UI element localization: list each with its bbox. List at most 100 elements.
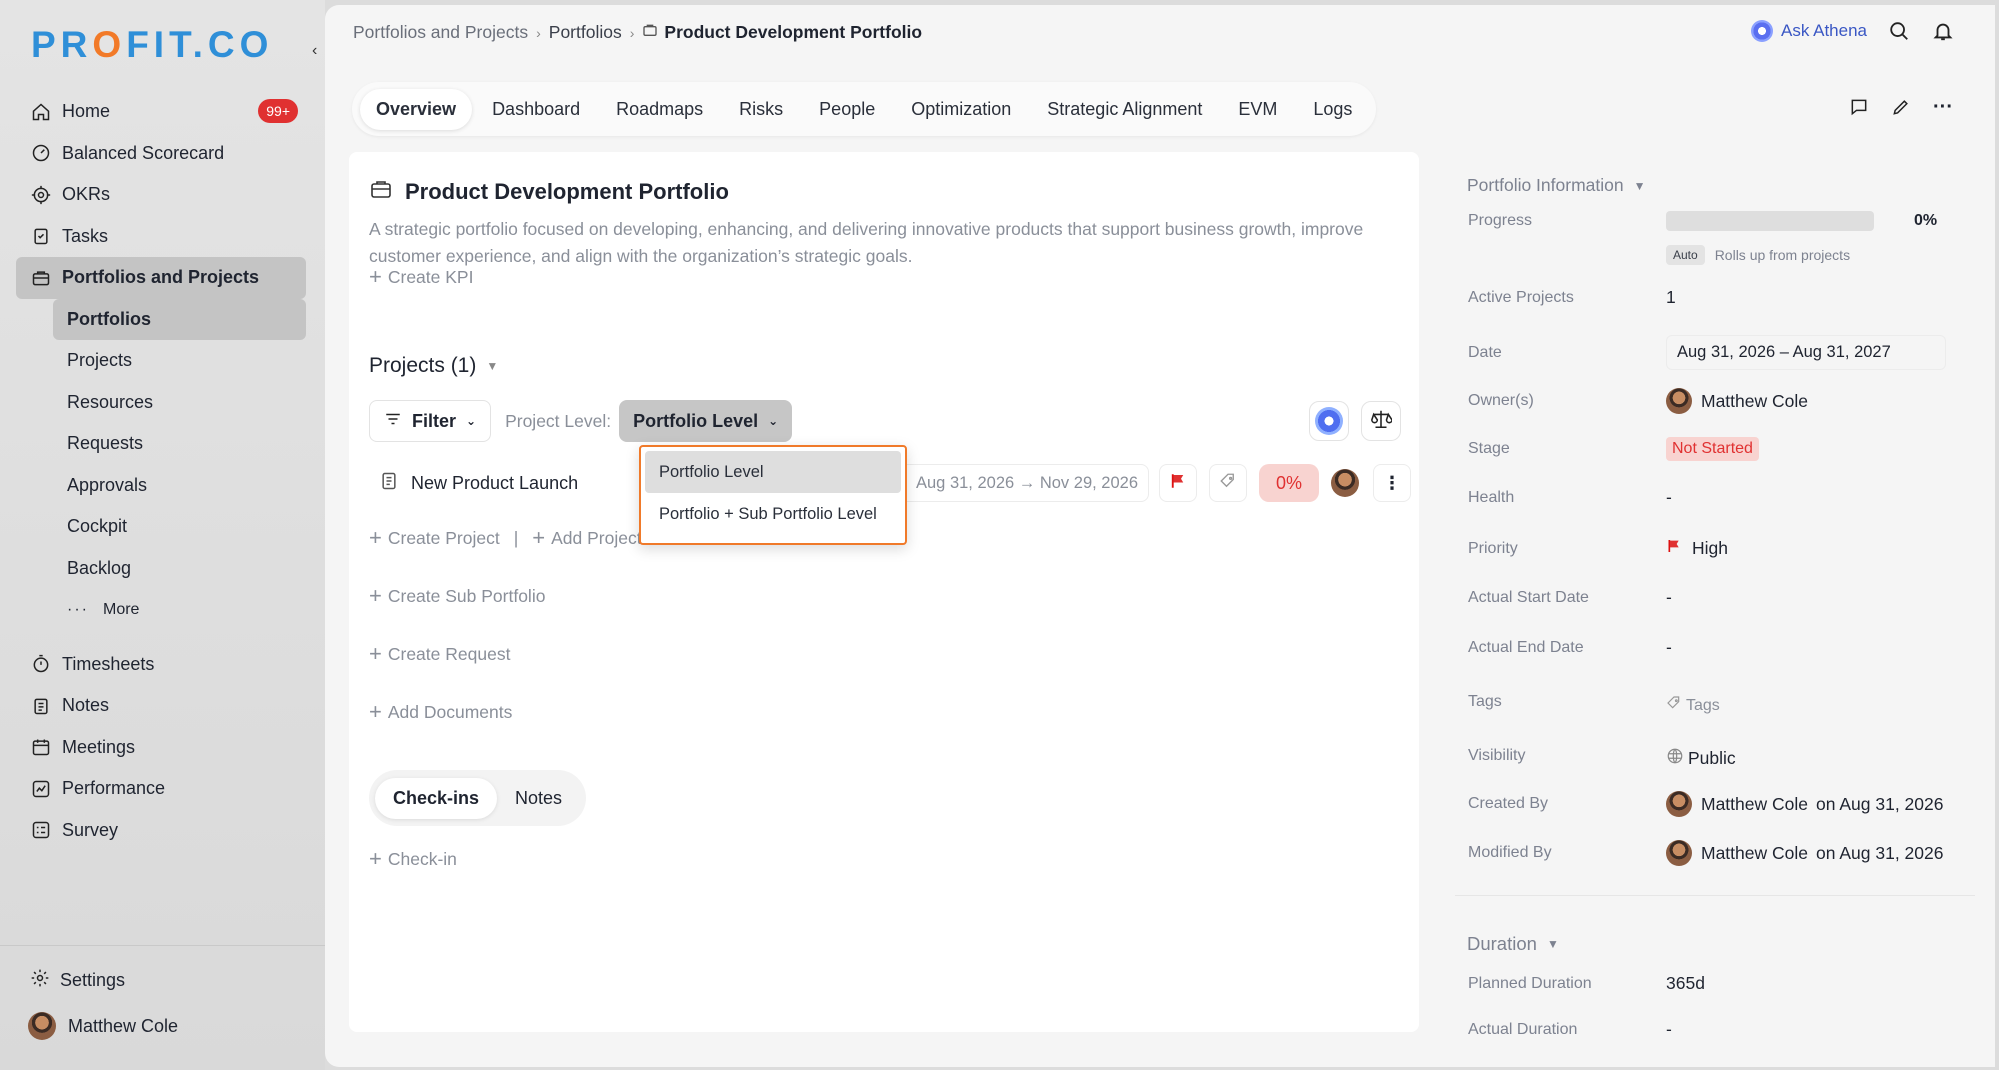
tab-roadmaps[interactable]: Roadmaps xyxy=(600,89,719,130)
date-range-field[interactable]: Aug 31, 2026 – Aug 31, 2027 xyxy=(1666,335,1946,370)
user-name: Matthew Cole xyxy=(68,1015,179,1036)
sidebar-subitem-more[interactable]: ··· More xyxy=(53,589,306,631)
more-vertical-icon[interactable]: ⋮ xyxy=(1373,464,1411,502)
tags-button[interactable] xyxy=(1209,464,1247,502)
pencil-icon[interactable] xyxy=(1889,95,1913,119)
create-sub-portfolio-button[interactable]: + Create Sub Portfolio xyxy=(369,585,545,607)
dropdown-option-portfolio-level[interactable]: Portfolio Level xyxy=(645,451,901,493)
project-dates: Aug 31, 2026 → Nov 29, 2026 xyxy=(916,473,1138,492)
info-visibility: Visibility Public xyxy=(1468,741,1968,770)
plus-icon: + xyxy=(369,525,382,550)
sidebar-item-home[interactable]: Home 99+ xyxy=(16,91,306,133)
tags-field[interactable]: Tags xyxy=(1666,695,1720,716)
tab-people[interactable]: People xyxy=(803,89,891,130)
sidebar-subitem-resources[interactable]: Resources xyxy=(53,382,306,424)
projects-heading[interactable]: Projects (1) ▼ xyxy=(369,354,498,378)
breadcrumb-root[interactable]: Portfolios and Projects xyxy=(353,22,528,43)
chevron-down-icon: ⌄ xyxy=(466,414,477,428)
portfolio-info-heading[interactable]: Portfolio Information ▼ xyxy=(1467,175,1646,196)
sidebar-subitem-portfolios[interactable]: Portfolios xyxy=(53,298,306,340)
balance-scale-button[interactable] xyxy=(1361,401,1401,441)
info-value[interactable]: - xyxy=(1666,587,1672,608)
created-by-name[interactable]: Matthew Cole xyxy=(1701,794,1808,815)
create-request-button[interactable]: + Create Request xyxy=(369,643,510,665)
more-horizontal-icon[interactable]: ··· xyxy=(1931,95,1955,119)
create-project-button[interactable]: Create Project xyxy=(388,528,500,549)
info-value[interactable]: - xyxy=(1666,487,1672,508)
priority-value[interactable]: High xyxy=(1666,537,1728,560)
sidebar-subitem-backlog[interactable]: Backlog xyxy=(53,548,306,590)
info-value[interactable]: - xyxy=(1666,637,1672,658)
modified-by-name[interactable]: Matthew Cole xyxy=(1701,843,1808,864)
sidebar-item-balanced-scorecard[interactable]: Balanced Scorecard xyxy=(16,133,306,175)
info-value: - xyxy=(1666,1019,1672,1039)
tab-overview[interactable]: Overview xyxy=(360,88,473,130)
sidebar-item-survey[interactable]: Survey xyxy=(16,810,306,852)
sidebar-item-portfolios-and-projects[interactable]: Portfolios and Projects xyxy=(16,257,306,299)
bell-icon[interactable] xyxy=(1931,19,1955,43)
progress-value: 0% xyxy=(1914,212,1938,229)
page-actions: ··· xyxy=(1847,95,1955,119)
tab-dashboard[interactable]: Dashboard xyxy=(476,89,596,130)
priority-flag-button[interactable] xyxy=(1159,464,1197,502)
sidebar-subitem-label: Requests xyxy=(67,433,144,454)
gear-icon xyxy=(30,968,50,993)
visibility-value[interactable]: Public xyxy=(1666,747,1736,770)
breadcrumb-portfolios[interactable]: Portfolios xyxy=(549,22,622,43)
sidebar-subitem-label: More xyxy=(102,600,140,618)
avatar[interactable] xyxy=(1331,469,1359,497)
check-in-label: Check-in xyxy=(387,848,457,869)
create-request-label: Create Request xyxy=(387,643,511,664)
document-icon xyxy=(379,471,399,496)
tab-check-ins[interactable]: Check-ins xyxy=(375,777,498,819)
sidebar-item-notes[interactable]: Notes xyxy=(16,685,306,727)
caret-down-icon: ▼ xyxy=(486,359,499,373)
tab-notes[interactable]: Notes xyxy=(497,778,580,819)
sidebar-item-tasks[interactable]: Tasks xyxy=(16,216,306,258)
info-label: Actual End Date xyxy=(1468,638,1584,656)
check-in-button[interactable]: + Check-in xyxy=(369,848,457,870)
status-badge[interactable]: Not Started xyxy=(1666,437,1759,461)
filter-row: Filter ⌄ Project Level: Portfolio Level … xyxy=(369,399,1401,443)
sidebar-item-okrs[interactable]: OKRs xyxy=(16,174,306,216)
tab-logs[interactable]: Logs xyxy=(1297,89,1368,130)
collapse-sidebar-icon[interactable]: ‹ xyxy=(312,42,317,60)
athena-ai-button[interactable] xyxy=(1309,401,1349,441)
sidebar-item-label: Performance xyxy=(62,778,166,799)
tab-risks[interactable]: Risks xyxy=(723,89,799,130)
project-level-select[interactable]: Portfolio Level ⌄ xyxy=(619,400,793,442)
info-label: Planned Duration xyxy=(1468,974,1592,992)
duration-heading[interactable]: Duration ▼ xyxy=(1467,933,1559,955)
add-projects-button[interactable]: Add Projects xyxy=(551,528,650,549)
auto-chip[interactable]: Auto xyxy=(1666,245,1705,265)
comment-icon[interactable] xyxy=(1847,95,1871,119)
sidebar-subitem-cockpit[interactable]: Cockpit xyxy=(53,506,306,548)
info-created-by: Created By Matthew Cole on Aug 31, 2026 xyxy=(1468,791,1968,817)
tab-strategic-alignment[interactable]: Strategic Alignment xyxy=(1031,89,1218,130)
project-date-range[interactable]: Aug 31, 2026 → Nov 29, 2026 xyxy=(881,464,1149,502)
ask-athena-button[interactable]: Ask Athena xyxy=(1750,20,1867,42)
sidebar-subitem-projects[interactable]: Projects xyxy=(53,340,306,382)
logo-o: O xyxy=(92,24,127,65)
portfolio-overview-card: Product Development Portfolio A strategi… xyxy=(349,152,1419,1032)
add-documents-button[interactable]: + Add Documents xyxy=(369,701,512,723)
create-kpi-button[interactable]: + Create KPI xyxy=(369,266,473,288)
dropdown-option-portfolio-sub-level[interactable]: Portfolio + Sub Portfolio Level xyxy=(645,493,901,535)
filter-button[interactable]: Filter ⌄ xyxy=(369,400,492,442)
user-profile[interactable]: Matthew Cole xyxy=(28,1012,178,1040)
sidebar-item-timesheets[interactable]: Timesheets xyxy=(16,644,306,686)
sidebar-subitem-approvals[interactable]: Approvals xyxy=(53,465,306,507)
sidebar-item-performance[interactable]: Performance xyxy=(16,768,306,810)
project-link[interactable]: New Product Launch xyxy=(369,471,578,496)
sidebar-item-meetings[interactable]: Meetings xyxy=(16,727,306,769)
tab-evm[interactable]: EVM xyxy=(1222,89,1293,130)
briefcase-icon xyxy=(369,177,393,207)
owner-chip[interactable]: Matthew Cole xyxy=(1666,388,1808,414)
search-icon[interactable] xyxy=(1887,19,1911,43)
info-modified-by: Modified By Matthew Cole on Aug 31, 2026 xyxy=(1468,840,1968,866)
profit-co-logo[interactable]: PROFIT.CO xyxy=(31,24,273,66)
sidebar-item-settings[interactable]: Settings xyxy=(30,968,125,993)
tab-optimization[interactable]: Optimization xyxy=(895,89,1027,130)
sidebar-subitem-requests[interactable]: Requests xyxy=(53,423,306,465)
logo-text-end: FIT.CO xyxy=(126,24,274,65)
